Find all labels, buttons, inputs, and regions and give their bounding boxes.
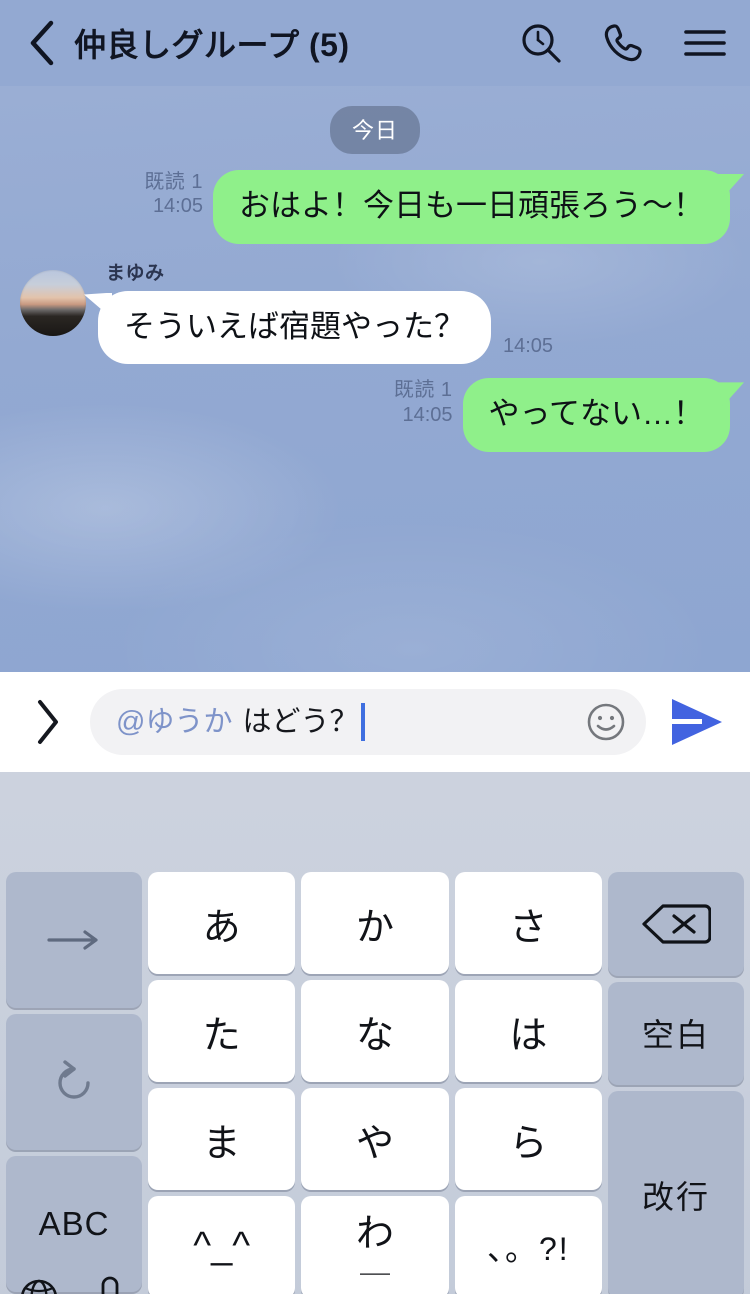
software-keyboard: ABC あ か さ た な は ま や ら ^_^ わ ＿ 、。?! 空白 改行 [0, 772, 750, 1294]
wa-glyph: わ ＿ [356, 1216, 394, 1279]
message-time: 14:05 [402, 403, 453, 426]
globe-icon [20, 1279, 57, 1294]
abc-key[interactable]: ABC [6, 1156, 142, 1292]
date-divider-row: 今日 [20, 106, 730, 154]
message-row-outgoing: 既読 1 14:05 やってない…！ [20, 378, 730, 453]
message-time: 14:05 [152, 195, 203, 218]
send-button[interactable] [662, 689, 732, 755]
keyboard-row-1: あ か さ [148, 872, 602, 974]
microphone-icon [101, 1276, 118, 1294]
message-meta: 既読 1 14:05 [144, 170, 203, 225]
newline-key[interactable]: 改行 [608, 1091, 744, 1294]
keyboard-center-columns: あ か さ た な は ま や ら ^_^ わ ＿ 、。?! [148, 872, 602, 1294]
expand-menu-button[interactable] [22, 692, 74, 752]
search-button[interactable] [518, 20, 564, 66]
menu-button[interactable] [682, 20, 728, 66]
keyboard-left-column: ABC [6, 872, 142, 1294]
message-bubble[interactable]: やってない…！ [462, 378, 730, 453]
hamburger-menu-icon [684, 30, 726, 56]
a-key[interactable]: あ [148, 872, 296, 974]
message-input-field[interactable]: @ゆうか はどう？ [90, 689, 646, 755]
input-text: @ゆうか はどう？ [116, 703, 580, 741]
back-button[interactable] [18, 15, 66, 71]
read-receipt: 既読 1 [393, 379, 453, 402]
keyboard-right-column: 空白 改行 [608, 872, 744, 1294]
message-time: 14:05 [503, 335, 554, 358]
message-bubble[interactable]: おはよ！今日も一日頑張ろう〜！ [213, 170, 730, 244]
message-row-outgoing: 既読 1 14:05 おはよ！今日も一日頑張ろう〜！ [20, 170, 730, 244]
backspace-key[interactable] [608, 872, 744, 976]
ma-key[interactable]: ま [148, 1088, 296, 1190]
smiley-face-icon [587, 703, 625, 741]
ra-key[interactable]: ら [454, 1088, 602, 1190]
punctuation-key[interactable]: 、。?! [454, 1196, 602, 1294]
date-divider: 今日 [329, 106, 420, 154]
page-title: 仲良しグループ (5) [74, 27, 350, 63]
chevron-right-icon [38, 700, 58, 744]
incoming-column: まゆみ そういえば宿題やった？ 14:05 [98, 258, 553, 365]
emoticon-glyph: ^_^ [193, 1225, 251, 1268]
chat-header: 仲良しグループ (5) [0, 0, 750, 86]
na-key[interactable]: な [301, 980, 449, 1082]
message-list[interactable]: 今日 既読 1 14:05 おはよ！今日も一日頑張ろう〜！ まゆみ そういえば宿… [0, 86, 750, 672]
avatar[interactable] [20, 269, 86, 336]
typed-text: はどう？ [242, 705, 359, 738]
keyboard-row-3: ま や ら [148, 1088, 602, 1190]
ya-key[interactable]: や [301, 1088, 449, 1190]
send-arrow-icon [672, 699, 722, 745]
header-actions [518, 20, 728, 66]
space-key[interactable]: 空白 [608, 981, 744, 1085]
chevron-left-icon [30, 20, 54, 66]
arrow-right-icon [47, 930, 98, 950]
ta-key[interactable]: た [148, 980, 296, 1082]
undo-key[interactable] [6, 1014, 142, 1150]
ha-key[interactable]: は [454, 980, 602, 1082]
keyboard-row-2: た な は [148, 980, 602, 1082]
message-row-incoming: まゆみ そういえば宿題やった？ 14:05 [20, 258, 730, 365]
wa-key[interactable]: わ ＿ [301, 1196, 449, 1294]
emoticon-key[interactable]: ^_^ [148, 1196, 296, 1294]
search-clock-icon [522, 24, 561, 63]
message-input-bar: @ゆうか はどう？ [0, 672, 750, 772]
keyboard-grid: ABC あ か さ た な は ま や ら ^_^ わ ＿ 、。?! 空白 改行 [6, 872, 744, 1294]
avatar-wrapper[interactable] [20, 258, 86, 336]
emoticon-label: ^_^ [193, 1225, 251, 1268]
underscore-mark: ＿ [359, 1245, 390, 1279]
phone-icon [604, 24, 642, 62]
backspace-icon [642, 904, 711, 944]
sa-key[interactable]: さ [454, 872, 602, 974]
sender-name: まゆみ [106, 262, 165, 284]
emoji-button[interactable] [580, 696, 632, 748]
cursor-forward-key[interactable] [6, 872, 142, 1008]
incoming-bubble-line: そういえば宿題やった？ 14:05 [98, 290, 554, 365]
mention-token: @ゆうか [116, 705, 233, 738]
read-receipt: 既読 1 [144, 171, 203, 193]
ka-key[interactable]: か [301, 872, 449, 974]
message-meta: 既読 1 14:05 [394, 378, 453, 433]
chat-app-screen: 仲良しグループ (5) 今日 既読 1 14:05 おはよ！今日も一日頑張ろう〜… [0, 0, 750, 1294]
message-bubble[interactable]: そういえば宿題やった？ [98, 290, 491, 365]
undo-arrow-icon [58, 1060, 90, 1099]
keyboard-row-4: ^_^ わ ＿ 、。?! [148, 1196, 602, 1294]
text-cursor [361, 703, 366, 741]
call-button[interactable] [600, 20, 646, 66]
